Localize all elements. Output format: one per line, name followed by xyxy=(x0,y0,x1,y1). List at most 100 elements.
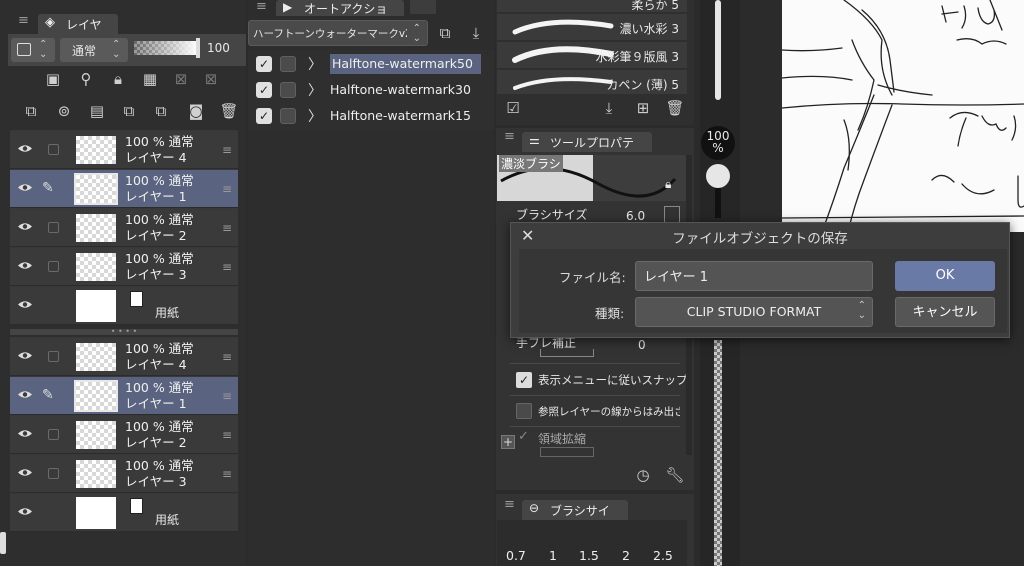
brush-size-preset[interactable]: 0.7 xyxy=(506,548,526,563)
eye-icon[interactable] xyxy=(17,428,33,439)
ok-button[interactable]: OK xyxy=(895,261,995,291)
brush-item[interactable]: 濃い水彩 3 xyxy=(497,14,687,40)
action-item[interactable]: ✓ 〉 Halftone-watermark15 xyxy=(250,104,488,128)
new-vector-layer-icon[interactable]: ⊚ xyxy=(53,100,75,122)
eye-icon[interactable] xyxy=(17,182,33,193)
dialog-toggle[interactable] xyxy=(280,108,296,124)
chevron-right-icon[interactable]: 〉 xyxy=(308,80,322,100)
action-item[interactable]: ✓ 〉 Halftone-watermark30 xyxy=(250,78,488,102)
import-set-icon[interactable]: ⤓ xyxy=(465,22,487,44)
reference-layer-icon[interactable]: ⚲ xyxy=(75,68,97,90)
panel-grip[interactable]: ≡ xyxy=(18,14,29,27)
panel-grip[interactable]: ≡ xyxy=(256,0,267,13)
trash-icon[interactable]: 🗑︎ xyxy=(664,97,686,119)
layer-menu-icon[interactable]: ≡ xyxy=(222,221,232,235)
new-raster-layer-icon[interactable]: ⧉ xyxy=(20,100,42,122)
layer-row[interactable]: 100 % 通常 レイヤー 4 ≡ xyxy=(10,338,238,376)
stabilization-value[interactable]: 0 xyxy=(638,338,646,352)
panel-grip[interactable]: ≡ xyxy=(504,130,515,143)
zoom-slider-handle[interactable] xyxy=(706,164,730,188)
dialog-toggle[interactable] xyxy=(280,82,296,98)
tab-brush-size[interactable]: ⊖ ブラシサイズ xyxy=(522,500,628,535)
check-icon[interactable]: ✓ xyxy=(256,56,272,72)
transfer-down-icon[interactable]: ⧉ xyxy=(118,100,140,122)
tab-auto-action[interactable]: ▶ オートアクション xyxy=(276,0,404,33)
brush-size-preset[interactable]: 2 xyxy=(622,548,630,563)
opacity-slider[interactable] xyxy=(134,41,198,55)
action-set-select[interactable]: ハーフトーンウォーターマークv2 (Ha ⌃⌄ xyxy=(248,20,428,46)
new-folder-icon[interactable]: ▤ xyxy=(86,100,108,122)
layer-menu-icon[interactable]: ≡ xyxy=(222,350,232,364)
layer-row-paper[interactable]: 用紙 xyxy=(10,494,238,532)
eye-icon[interactable] xyxy=(17,506,33,517)
expand-button[interactable]: + xyxy=(501,435,515,449)
scroll-indicator[interactable] xyxy=(0,532,6,554)
check-icon[interactable]: ✓ xyxy=(256,82,272,98)
blend-mode-select[interactable]: 通常 ⌃ ⌄ xyxy=(60,38,128,62)
layer-row-selected[interactable]: ✎ 100 % 通常 レイヤー 1 ≡ xyxy=(10,170,238,208)
action-item-selected[interactable]: ✓ 〉 Halftone-watermark50 xyxy=(250,52,488,76)
layer-row[interactable]: 100 % 通常 レイヤー 3 ≡ xyxy=(10,455,238,493)
snap-checkbox[interactable]: ✓ xyxy=(516,372,532,388)
brush-size-preset[interactable]: 1 xyxy=(549,548,557,563)
eye-icon[interactable] xyxy=(17,467,33,478)
eye-icon[interactable] xyxy=(17,260,33,271)
clip-layer-icon[interactable]: ▣ xyxy=(42,68,64,90)
lock-icon[interactable]: 🔒︎ xyxy=(107,68,129,90)
cancel-button[interactable]: キャンセル xyxy=(895,297,995,327)
tab-tool-property[interactable]: ⚌ ツールプロパティ xyxy=(522,132,652,167)
mask-enable-icon[interactable]: ⊠ xyxy=(170,68,192,90)
lock-transparent-icon[interactable]: ▦ xyxy=(139,68,161,90)
tab-inactive[interactable] xyxy=(410,0,436,14)
brush-size-preset[interactable]: 2.5 xyxy=(653,548,673,563)
eye-icon[interactable] xyxy=(17,299,33,310)
layer-row[interactable]: 100 % 通常 レイヤー 4 ≡ xyxy=(10,131,238,169)
layer-row-paper[interactable]: 用紙 xyxy=(10,287,238,325)
mask-apply-icon[interactable]: ⊠ xyxy=(200,68,222,90)
chevron-right-icon[interactable]: 〉 xyxy=(308,106,322,126)
brush-item[interactable]: 水彩筆９版風 3 xyxy=(497,42,687,68)
layer-row[interactable]: 100 % 通常 レイヤー 2 ≡ xyxy=(10,209,238,247)
brush-item[interactable]: カペン (薄) 5 xyxy=(497,70,687,94)
duplicate-set-icon[interactable]: ⧉ xyxy=(434,22,456,44)
layer-row-selected[interactable]: ✎ 100 % 通常 レイヤー 1 ≡ xyxy=(10,377,238,415)
layer-check[interactable] xyxy=(48,468,59,479)
sub-tool-settings-icon[interactable]: ☑ xyxy=(502,97,524,119)
ref-layer-checkbox[interactable] xyxy=(516,403,532,419)
brush-item[interactable]: 柔らか 5 xyxy=(497,0,687,12)
layer-check[interactable] xyxy=(48,144,59,155)
wrench-icon[interactable]: 🔧︎ xyxy=(664,464,686,486)
area-scale-slider[interactable] xyxy=(540,447,594,457)
layer-check[interactable] xyxy=(48,429,59,440)
layer-menu-icon[interactable]: ≡ xyxy=(222,260,232,274)
layer-row[interactable]: 100 % 通常 レイヤー 2 ≡ xyxy=(10,416,238,454)
layer-check[interactable] xyxy=(48,261,59,272)
lock-icon[interactable]: 🔒︎ xyxy=(665,177,671,192)
stabilization-slider[interactable] xyxy=(540,349,594,357)
layer-check[interactable] xyxy=(48,222,59,233)
brush-size-preset[interactable]: 1.5 xyxy=(579,548,599,563)
layer-menu-icon[interactable]: ≡ xyxy=(222,143,232,157)
opacity-slider-handle[interactable] xyxy=(196,38,200,58)
eye-icon[interactable] xyxy=(17,389,33,400)
layer-row[interactable]: 100 % 通常 レイヤー 3 ≡ xyxy=(10,248,238,286)
chevron-right-icon[interactable]: 〉 xyxy=(308,54,322,74)
eye-icon[interactable] xyxy=(17,221,33,232)
trash-icon[interactable]: 🗑︎ xyxy=(218,100,240,122)
filename-input[interactable]: レイヤー 1 xyxy=(635,261,873,291)
create-mask-icon[interactable]: ◙ xyxy=(185,100,207,122)
eye-icon[interactable] xyxy=(17,350,33,361)
panel-divider[interactable]: • • • • xyxy=(10,328,238,336)
file-type-select[interactable]: CLIP STUDIO FORMAT ⌃ ⌄ xyxy=(635,297,873,327)
dialog-toggle[interactable] xyxy=(280,56,296,72)
check-icon[interactable]: ✓ xyxy=(256,108,272,124)
copy-sub-tool-icon[interactable]: ⊞ xyxy=(632,97,654,119)
layer-menu-icon[interactable]: ≡ xyxy=(222,182,232,196)
layer-menu-icon[interactable]: ≡ xyxy=(222,428,232,442)
panel-grip[interactable]: ≡ xyxy=(504,498,515,511)
expression-color-select[interactable]: ⌃ ⌄ xyxy=(11,38,55,62)
import-sub-tool-icon[interactable]: ⤓ xyxy=(598,97,620,119)
layer-menu-icon[interactable]: ≡ xyxy=(222,389,232,403)
brush-size-value[interactable]: 6.0 xyxy=(626,209,645,223)
layer-menu-icon[interactable]: ≡ xyxy=(222,467,232,481)
